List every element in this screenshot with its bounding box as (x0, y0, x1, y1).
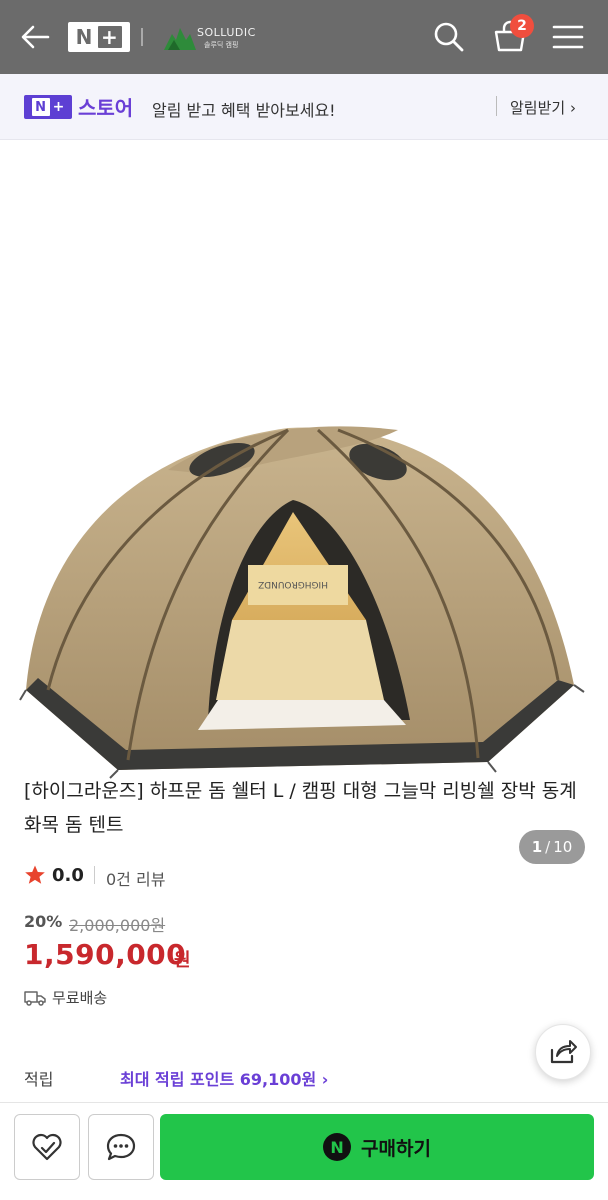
store-name: 스토어 (78, 96, 134, 120)
menu-icon[interactable] (552, 24, 584, 50)
currency-unit: 원 (174, 950, 191, 971)
rating-score: 0.0 (52, 865, 84, 886)
cart-count-badge: 2 (510, 14, 534, 38)
chat-icon (106, 1133, 136, 1161)
product-image[interactable]: HIGHGROUNDZ (18, 280, 590, 780)
search-icon[interactable] (432, 20, 466, 54)
truck-icon (24, 991, 46, 1006)
wishlist-button[interactable] (14, 1114, 80, 1180)
buy-now-button[interactable]: N 구매하기 (160, 1114, 594, 1180)
product-title: [하이그라운즈] 하프문 돔 쉘터 L / 캠핑 대형 그늘막 리빙쉘 장박 동… (24, 780, 577, 836)
max-points-link[interactable]: 최대 적립 포인트 69,100원 › (120, 1066, 328, 1090)
store-alert-banner: N + 스토어 알림 받고 혜택 받아보세요! 알림받기 › (0, 74, 608, 140)
shipping-info: 무료배송 (52, 989, 108, 1007)
discount-rate: 20% (24, 912, 63, 931)
points-label: 적립 (24, 1070, 54, 1089)
sale-price: 1,590,000 (24, 938, 187, 971)
header-divider (141, 28, 143, 46)
top-header: N + SOLLUDIC 솔루딕 캠핑 2 (0, 0, 608, 74)
buy-now-label: 구매하기 (361, 1137, 431, 1160)
talk-chat-button[interactable] (88, 1114, 154, 1180)
product-gallery[interactable]: HIGHGROUNDZ 1 / 10 (0, 140, 608, 864)
naver-plus-logo[interactable]: N + (68, 22, 130, 52)
brand-subtitle: 솔루딕 캠핑 (204, 41, 239, 49)
heart-check-icon (32, 1133, 62, 1161)
logo-n: N (75, 25, 95, 49)
review-count-link[interactable]: 0건 리뷰 (106, 866, 165, 890)
share-button[interactable] (535, 1024, 591, 1080)
naver-plus-store-badge: N + (24, 95, 72, 119)
alert-subscribe-link[interactable]: 알림받기 › (510, 97, 576, 118)
naver-pay-icon: N (323, 1133, 352, 1161)
back-arrow-icon[interactable] (18, 22, 52, 52)
brand-name: SOLLUDIC (197, 26, 256, 39)
rating-divider (94, 866, 95, 884)
logo-plus: + (98, 26, 123, 48)
share-icon (550, 1040, 577, 1064)
alert-message: 알림 받고 혜택 받아보세요! (152, 101, 336, 120)
star-icon (25, 865, 45, 884)
store-badge-plus: + (52, 99, 65, 115)
banner-divider (496, 96, 497, 116)
original-price: 2,000,000원 (69, 916, 166, 935)
tent-print-text: HIGHGROUNDZ (258, 579, 328, 589)
store-badge-n: N (31, 98, 50, 116)
